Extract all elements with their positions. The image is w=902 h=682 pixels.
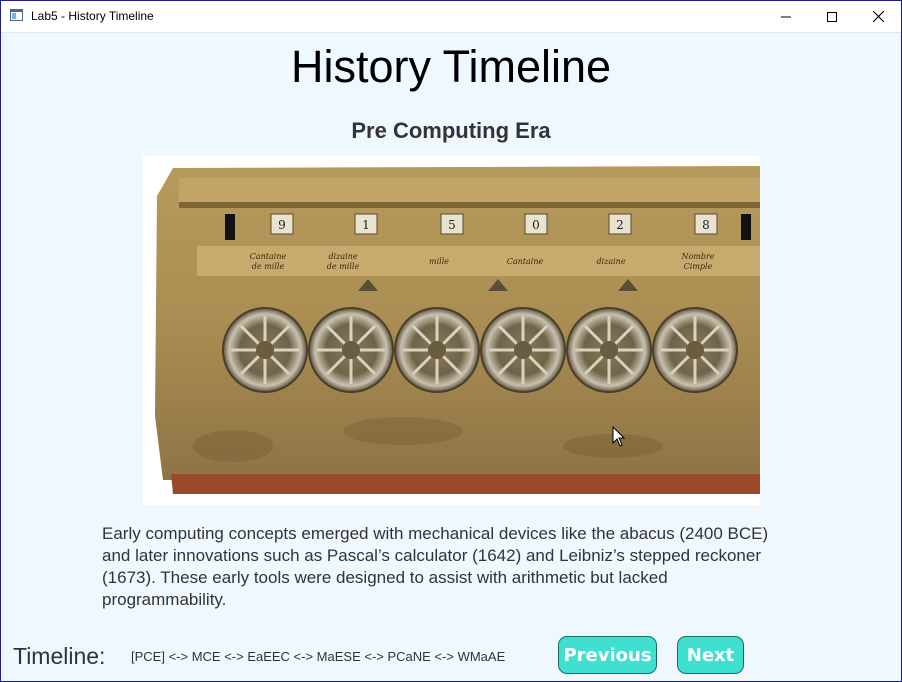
page-title: History Timeline <box>290 41 612 92</box>
svg-text:mille: mille <box>429 257 449 266</box>
svg-text:5: 5 <box>448 218 456 232</box>
svg-text:8: 8 <box>702 218 710 232</box>
close-button[interactable] <box>855 1 901 32</box>
svg-text:dizaine: dizaine <box>328 252 357 261</box>
era-title: Pre Computing Era <box>351 118 551 143</box>
svg-text:dizaine: dizaine <box>596 257 625 266</box>
svg-text:0: 0 <box>532 218 540 232</box>
svg-text:de mille: de mille <box>327 262 360 271</box>
era-description: Early computing concepts emerged with me… <box>102 524 769 609</box>
svg-text:Cantaine: Cantaine <box>507 257 544 266</box>
svg-text:de mille: de mille <box>252 262 285 271</box>
svg-text:9: 9 <box>278 218 286 232</box>
next-button[interactable]: Next <box>677 636 744 674</box>
app-icon <box>10 9 23 21</box>
svg-text:Cantaine: Cantaine <box>250 252 287 261</box>
title-bar[interactable]: Lab5 - History Timeline <box>1 1 901 33</box>
minimize-button[interactable] <box>763 1 809 32</box>
maximize-button[interactable] <box>809 1 855 32</box>
minimize-icon <box>781 16 791 17</box>
mouse-cursor-icon <box>612 426 626 447</box>
timeline-label: Timeline: <box>13 643 106 669</box>
pascaline-illustration: 9 1 5 0 2 8 Cantaine de mille dizaine de… <box>155 166 760 494</box>
app-window: Lab5 - History Timeline History Timeline… <box>0 0 902 682</box>
svg-text:Nombre: Nombre <box>680 252 714 261</box>
main-content: History Timeline Pre Computing Era 9 1 5… <box>1 33 901 681</box>
close-icon <box>872 11 884 22</box>
maximize-icon <box>827 11 837 22</box>
window-title: Lab5 - History Timeline <box>31 9 154 23</box>
timeline-sequence: [PCE] <-> MCE <-> EaEEC <-> MaESE <-> PC… <box>131 649 506 664</box>
previous-button[interactable]: Previous <box>558 636 657 674</box>
svg-text:1: 1 <box>362 218 370 232</box>
svg-text:Cimple: Cimple <box>684 262 713 271</box>
svg-text:2: 2 <box>616 218 624 232</box>
era-image: 9 1 5 0 2 8 Cantaine de mille dizaine de… <box>143 156 760 505</box>
